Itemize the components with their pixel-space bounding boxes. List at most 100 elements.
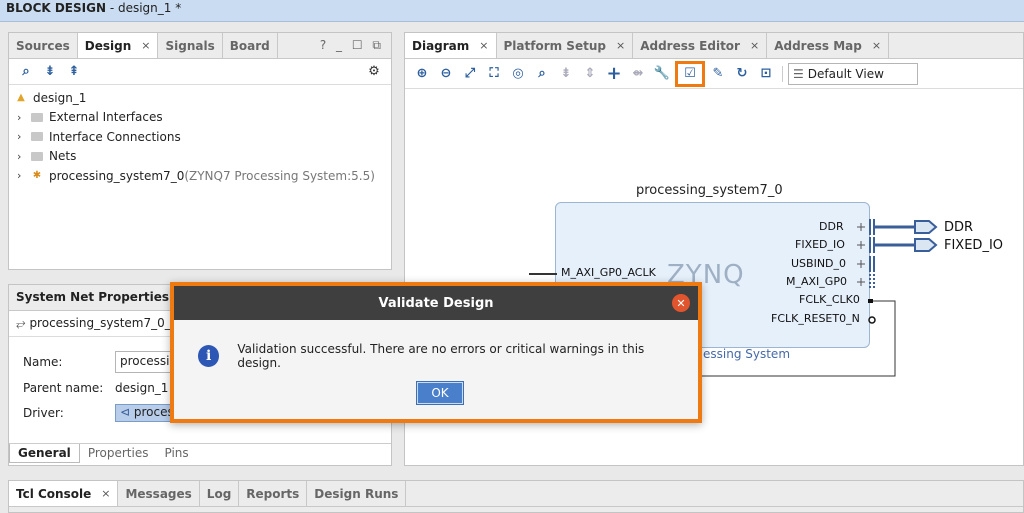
refresh-icon[interactable]: ↻ xyxy=(731,64,753,84)
dialog-body: i Validation successful. There are no er… xyxy=(174,320,698,370)
tab-address-editor[interactable]: Address Editor × xyxy=(633,33,768,58)
tab-label: Address Editor xyxy=(640,38,740,53)
driver-value-text: proces xyxy=(133,405,174,419)
chevron-right-icon[interactable]: › xyxy=(17,169,29,182)
dialog-title-bar: Validate Design ✕ xyxy=(174,286,698,320)
external-port-fixed-io[interactable]: FIXED_IO xyxy=(944,238,1003,253)
tree-item-nets[interactable]: › Nets xyxy=(9,147,391,167)
window-title: BLOCK DESIGN xyxy=(6,1,107,15)
tree-item-label: Nets xyxy=(49,149,77,164)
zoom-fit-icon[interactable]: ⤢ xyxy=(459,64,481,84)
tab-tcl-console[interactable]: Tcl Console × xyxy=(9,481,119,506)
properties-object-label: processing_system7_0_F xyxy=(29,316,178,330)
tab-sources[interactable]: Sources xyxy=(9,33,78,58)
close-icon[interactable]: × xyxy=(141,39,150,52)
port-fclk-clk0[interactable]: FCLK_CLK0 xyxy=(799,293,860,306)
tab-design-runs[interactable]: Design Runs xyxy=(307,481,407,506)
tab-label: Platform Setup xyxy=(503,38,606,53)
tab-messages[interactable]: Messages xyxy=(118,481,200,506)
collapse-icon[interactable]: ⇟ xyxy=(555,64,577,84)
tree-item-processing-system[interactable]: › ✱ processing_system7_0 (ZYNQ7 Processi… xyxy=(9,166,391,186)
properties-tabs: General Properties Pins xyxy=(9,443,391,463)
port-ddr[interactable]: DDR xyxy=(819,220,844,233)
tab-reports[interactable]: Reports xyxy=(239,481,308,506)
parent-value: design_1 xyxy=(115,381,169,395)
design-panel-tabs: Sources Design × Signals Board ? _ ☐ ⧉ xyxy=(9,33,391,59)
view-select[interactable]: ☰ Default View xyxy=(788,62,918,85)
external-port-ddr[interactable]: DDR xyxy=(944,220,973,235)
driver-label: Driver: xyxy=(23,406,64,420)
tree-root-label: design_1 xyxy=(33,90,87,105)
tab-signals[interactable]: Signals xyxy=(158,33,223,58)
close-icon[interactable]: × xyxy=(872,39,881,52)
tab-properties[interactable]: Properties xyxy=(80,444,157,463)
console-panel: Tcl Console × Messages Log Reports Design… xyxy=(8,480,1024,513)
ip-block-subtitle: essing System xyxy=(703,347,791,361)
pin-icon[interactable]: ✎ xyxy=(707,64,729,84)
list-icon: ☰ xyxy=(793,66,804,81)
validate-design-icon[interactable]: ☑ xyxy=(675,60,705,87)
make-external-icon[interactable]: ⇴ xyxy=(627,64,649,84)
tab-board[interactable]: Board xyxy=(223,33,278,58)
regenerate-layout-icon[interactable]: ⊡ xyxy=(755,64,777,84)
window-title-file: - design_1 * xyxy=(106,1,182,15)
close-icon[interactable]: ✕ xyxy=(672,294,690,312)
tree-item-interface-connections[interactable]: › Interface Connections xyxy=(9,127,391,147)
port-m-axi-gp0-aclk[interactable]: M_AXI_GP0_ACLK xyxy=(561,266,656,279)
tab-label: Sources xyxy=(16,38,70,53)
tab-log[interactable]: Log xyxy=(200,481,240,506)
zoom-area-icon[interactable]: ⛶ xyxy=(483,64,505,84)
close-icon[interactable]: × xyxy=(479,39,488,52)
view-select-value: Default View xyxy=(807,66,884,81)
dialog-title: Validate Design xyxy=(378,295,494,311)
tab-pins[interactable]: Pins xyxy=(156,444,196,463)
chevron-right-icon[interactable]: › xyxy=(17,111,29,124)
ok-button[interactable]: OK xyxy=(416,381,464,405)
tab-label: Address Map xyxy=(774,38,862,53)
dialog-message: Validation successful. There are no erro… xyxy=(237,342,645,370)
net-icon: ⥂ xyxy=(16,316,26,330)
fixed-io-port-shape xyxy=(914,238,938,252)
panel-window-controls[interactable]: ? _ ☐ ⧉ xyxy=(313,33,391,58)
close-icon[interactable]: × xyxy=(101,487,110,500)
tab-platform-setup[interactable]: Platform Setup × xyxy=(497,33,634,58)
search-icon[interactable]: ⌕ xyxy=(15,62,37,82)
tree-item-label: External Interfaces xyxy=(49,110,163,125)
expand-icon[interactable]: ⇕ xyxy=(579,64,601,84)
collapse-all-icon[interactable]: ⇟ xyxy=(39,62,61,82)
port-usbind[interactable]: USBIND_0 xyxy=(791,257,846,270)
chevron-right-icon[interactable]: › xyxy=(17,150,29,163)
tree-root[interactable]: ▲ design_1 xyxy=(9,88,391,108)
ddr-port-shape xyxy=(914,220,938,234)
console-tabs: Tcl Console × Messages Log Reports Design… xyxy=(9,481,1023,507)
zoom-out-icon[interactable]: ⊖ xyxy=(435,64,457,84)
expand-all-icon[interactable]: ⇞ xyxy=(63,62,85,82)
validate-design-dialog: Validate Design ✕ i Validation successfu… xyxy=(170,282,702,423)
gear-icon[interactable]: ⚙ xyxy=(363,62,385,82)
tree-item-external-interfaces[interactable]: › External Interfaces xyxy=(9,108,391,128)
tree-item-label: processing_system7_0 xyxy=(49,168,185,183)
close-icon[interactable]: × xyxy=(750,39,759,52)
diagram-tabs: Diagram × Platform Setup × Address Editor ×… xyxy=(405,33,1023,59)
port-fixed-io[interactable]: FIXED_IO xyxy=(795,238,845,251)
tab-design[interactable]: Design × xyxy=(77,33,159,58)
close-icon[interactable]: × xyxy=(616,39,625,52)
search-icon[interactable]: ⌕ xyxy=(531,64,553,84)
window-title-bar: BLOCK DESIGN - design_1 * xyxy=(0,0,1024,22)
wrench-icon[interactable]: 🔧 xyxy=(651,64,673,84)
tab-address-map[interactable]: Address Map × xyxy=(767,33,890,58)
add-ip-icon[interactable]: + xyxy=(603,63,625,84)
tab-general[interactable]: General xyxy=(9,444,80,463)
zoom-in-icon[interactable]: ⊕ xyxy=(411,64,433,84)
pin-icon: ⊲ xyxy=(120,405,134,419)
design-panel: Sources Design × Signals Board ? _ ☐ ⧉ ⌕ … xyxy=(8,32,392,270)
target-icon[interactable]: ◎ xyxy=(507,64,529,84)
tab-diagram[interactable]: Diagram × xyxy=(405,33,497,58)
ip-core-icon: ✱ xyxy=(32,170,42,182)
driver-row: Driver: ⊲ proces xyxy=(23,404,185,422)
port-fclk-reset0-n[interactable]: FCLK_RESET0_N xyxy=(771,312,860,325)
port-m-axi-gp0[interactable]: M_AXI_GP0 xyxy=(786,275,847,288)
design-toolbar: ⌕ ⇟ ⇞ ⚙ xyxy=(9,59,391,85)
folder-icon xyxy=(29,111,45,123)
chevron-right-icon[interactable]: › xyxy=(17,130,29,143)
